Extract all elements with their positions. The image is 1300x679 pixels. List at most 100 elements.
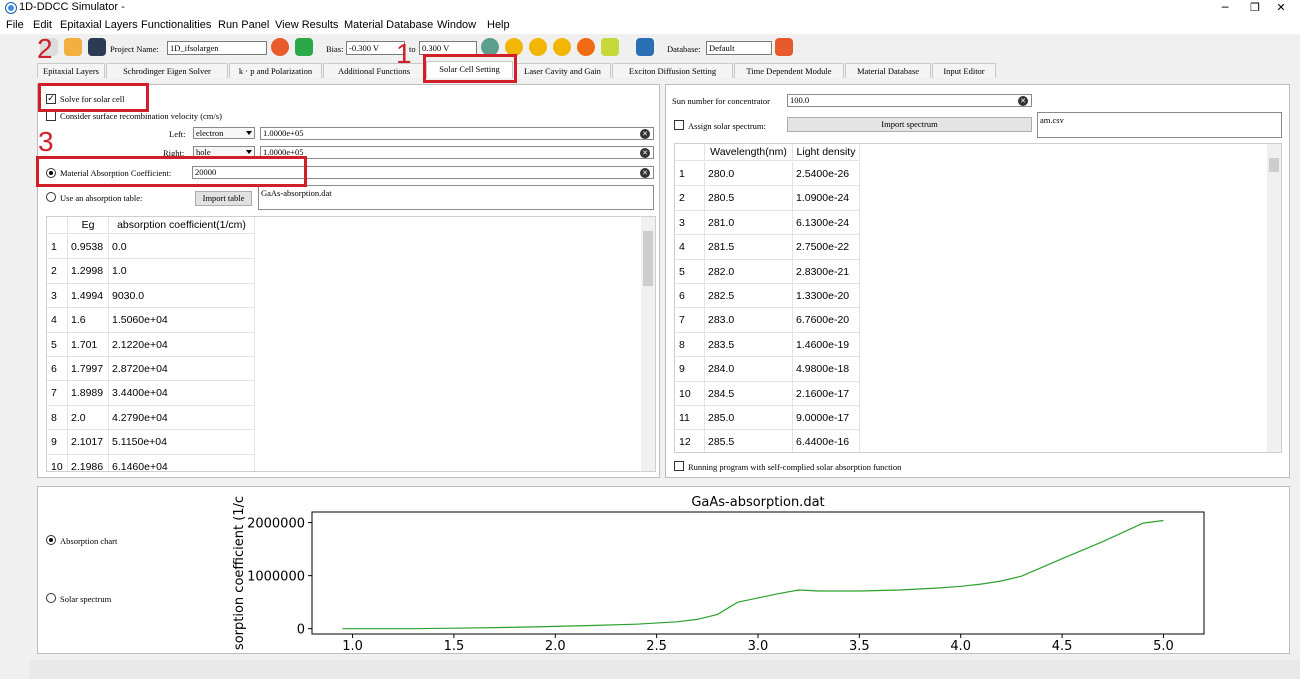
tab-schrodinger-eigen-solver[interactable]: Schrodinger Eigen Solver [106, 63, 228, 78]
table-row[interactable]: 8 2.0 4.2790e+04 [47, 405, 255, 431]
table-cell[interactable]: 1.701 [68, 332, 109, 357]
table-cell[interactable]: 1.2998 [68, 259, 109, 284]
table-cell[interactable]: 281.5 [705, 235, 793, 260]
table-cell[interactable]: 3.4400e+04 [109, 381, 255, 406]
absorption-chart-radio[interactable] [46, 535, 56, 545]
absorption-table-file[interactable]: GaAs-absorption.dat [258, 185, 654, 210]
menu-material-database[interactable]: Material Database [344, 19, 433, 31]
table-row[interactable]: 6 1.7997 2.8720e+04 [47, 357, 255, 382]
minimize-button[interactable]: ─ [1210, 0, 1240, 16]
tab-material-database[interactable]: Material Database [845, 63, 931, 78]
import-table-button[interactable]: Import table [195, 191, 252, 206]
results-chart-icon[interactable] [636, 38, 654, 56]
table-cell[interactable]: 2.7500e-22 [793, 235, 860, 260]
refresh-icon[interactable] [271, 38, 289, 56]
table-row[interactable]: 12 285.5 6.4400e-16 [675, 430, 860, 452]
spectrum-file[interactable]: am.csv [1037, 112, 1282, 138]
menu-file[interactable]: File [6, 19, 24, 31]
table-cell[interactable]: 1.4600e-19 [793, 332, 860, 357]
vertical-scrollbar[interactable] [641, 217, 655, 471]
open-folder-icon[interactable] [64, 38, 82, 56]
table-cell[interactable]: 280.0 [705, 162, 793, 186]
import-spectrum-button[interactable]: Import spectrum [787, 117, 1032, 132]
reload-icon[interactable] [295, 38, 313, 56]
table-cell[interactable]: 1.5060e+04 [109, 308, 255, 333]
clear-icon[interactable]: ✕ [640, 168, 650, 178]
right-velocity-input[interactable]: 1.0000e+05 [260, 146, 654, 159]
table-row[interactable]: 1 0.9538 0.0 [47, 235, 255, 260]
table-row[interactable]: 7 283.0 6.7600e-20 [675, 308, 860, 333]
table-row[interactable]: 10 2.1986 6.1460e+04 [47, 454, 255, 471]
table-row[interactable]: 9 284.0 4.9800e-18 [675, 357, 860, 382]
tab-exciton-diffusion[interactable]: Exciton Diffusion Setting [612, 63, 733, 78]
table-cell[interactable]: 283.5 [705, 332, 793, 357]
table-row[interactable]: 6 282.5 1.3300e-20 [675, 284, 860, 309]
table-row[interactable]: 5 1.701 2.1220e+04 [47, 332, 255, 357]
table-cell[interactable]: 284.5 [705, 381, 793, 406]
table-cell[interactable]: 6.1460e+04 [109, 454, 255, 471]
table-row[interactable]: 2 1.2998 1.0 [47, 259, 255, 284]
table-cell[interactable]: 1.8989 [68, 381, 109, 406]
column-header-wavelength[interactable]: Wavelength(nm) [705, 144, 793, 161]
table-cell[interactable]: 285.5 [705, 430, 793, 452]
tab-kp-polarization[interactable]: k · p and Polarization [229, 63, 322, 78]
table-cell[interactable]: 1.3300e-20 [793, 284, 860, 308]
scrollbar-thumb[interactable] [643, 231, 653, 286]
table-row[interactable]: 3 1.4994 9030.0 [47, 283, 255, 309]
table-cell[interactable]: 285.0 [705, 406, 793, 430]
table-cell[interactable]: 4.2790e+04 [109, 405, 255, 430]
table-cell[interactable]: 1.7997 [68, 357, 109, 381]
table-cell[interactable]: 2.1017 [68, 430, 109, 455]
clear-icon[interactable]: ✕ [640, 148, 650, 158]
assign-spectrum-checkbox[interactable] [674, 120, 684, 130]
menu-functionalities[interactable]: Functionalities [141, 19, 211, 31]
table-cell[interactable]: 1.0 [109, 259, 255, 284]
table-cell[interactable]: 0.9538 [68, 235, 109, 259]
table-row[interactable]: 1 280.0 2.5400e-26 [675, 162, 860, 187]
tab-time-dependent[interactable]: Time Dependent Module [734, 63, 844, 78]
bias-to-spinbox[interactable]: 0.300 V [419, 41, 477, 55]
database-refresh-icon[interactable] [775, 38, 793, 56]
table-cell[interactable]: 283.0 [705, 308, 793, 333]
table-cell[interactable]: 2.1600e-17 [793, 381, 860, 406]
save-icon[interactable] [88, 38, 106, 56]
surface-recombination-checkbox[interactable] [46, 111, 56, 121]
tab-epitaxial-layers[interactable]: Epitaxial Layers [37, 63, 105, 78]
stop-icon[interactable] [577, 38, 595, 56]
table-row[interactable]: 9 2.1017 5.1150e+04 [47, 430, 255, 455]
table-cell[interactable]: 1.0900e-24 [793, 186, 860, 211]
absorption-table-radio[interactable] [46, 192, 56, 202]
menu-view-results[interactable]: View Results [275, 19, 338, 31]
menu-edit[interactable]: Edit [33, 19, 52, 31]
table-row[interactable]: 3 281.0 6.1300e-24 [675, 210, 860, 236]
table-cell[interactable]: 1.4994 [68, 283, 109, 308]
table-cell[interactable]: 9.0000e-17 [793, 406, 860, 430]
clean-icon[interactable] [601, 38, 619, 56]
table-row[interactable]: 11 285.0 9.0000e-17 [675, 406, 860, 431]
left-carrier-combo[interactable]: electron [193, 127, 255, 139]
table-cell[interactable]: 2.1986 [68, 454, 109, 471]
table-cell[interactable]: 2.0 [68, 405, 109, 430]
sun-number-input[interactable]: 100.0 [787, 94, 1032, 107]
table-cell[interactable]: 1.6 [68, 308, 109, 333]
solar-spectrum-radio[interactable] [46, 593, 56, 603]
table-row[interactable]: 8 283.5 1.4600e-19 [675, 332, 860, 358]
running-program-checkbox[interactable] [674, 461, 684, 471]
table-row[interactable]: 4 1.6 1.5060e+04 [47, 308, 255, 333]
table-cell[interactable]: 9030.0 [109, 283, 255, 308]
menu-help[interactable]: Help [487, 19, 510, 31]
table-row[interactable]: 2 280.5 1.0900e-24 [675, 186, 860, 211]
table-row[interactable]: 7 1.8989 3.4400e+04 [47, 381, 255, 406]
table-row[interactable]: 4 281.5 2.7500e-22 [675, 235, 860, 260]
tab-laser-cavity-gain[interactable]: Laser Cavity and Gain [514, 63, 611, 78]
scrollbar-thumb[interactable] [1269, 158, 1279, 172]
table-cell[interactable]: 281.0 [705, 210, 793, 235]
run-all-icon[interactable] [529, 38, 547, 56]
vertical-scrollbar[interactable] [1267, 144, 1281, 452]
clear-icon[interactable]: ✕ [1018, 96, 1028, 106]
table-cell[interactable]: 282.0 [705, 259, 793, 284]
table-cell[interactable]: 6.4400e-16 [793, 430, 860, 452]
table-cell[interactable]: 5.1150e+04 [109, 430, 255, 455]
table-cell[interactable]: 284.0 [705, 357, 793, 382]
table-cell[interactable]: 6.7600e-20 [793, 308, 860, 333]
